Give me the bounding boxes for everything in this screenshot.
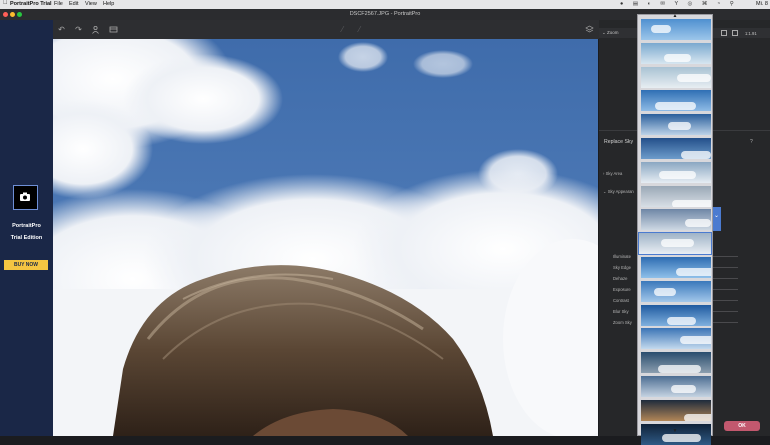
slider-label-sky-edge: Sky Edge	[613, 265, 631, 270]
slider-label-zoom-sky: Zoom Sky	[613, 320, 632, 325]
redo-icon[interactable]: ↷	[74, 25, 83, 34]
editor-toolbar: ↶ ↷ ⁄ ⁄	[53, 20, 599, 39]
zoom-value: 1:1.91	[745, 31, 757, 36]
sky-preset-list[interactable]: ▲ ▼	[637, 13, 713, 445]
thumbnail-clouds	[676, 268, 711, 276]
slider-exposure[interactable]	[712, 289, 738, 290]
slider-sky-edge[interactable]	[712, 267, 738, 268]
sky-thumbnail[interactable]	[638, 232, 712, 256]
close-window-button[interactable]	[3, 12, 8, 17]
minimize-window-button[interactable]	[10, 12, 15, 17]
sky-thumbnail[interactable]	[641, 114, 711, 136]
app-menu[interactable]: PortraitPro Trial	[10, 1, 52, 7]
menu-help[interactable]: Help	[103, 1, 114, 7]
slider-label-contrast: Contrast	[613, 298, 629, 303]
photo-preview	[53, 39, 598, 436]
slider-dehaze[interactable]	[712, 278, 738, 279]
slider-zoom-sky[interactable]	[712, 322, 738, 323]
camera-logo-icon	[13, 185, 38, 210]
menu-file[interactable]: File	[54, 1, 63, 7]
zoom-window-button[interactable]	[17, 12, 22, 17]
thumbnail-clouds	[671, 385, 696, 393]
person-icon[interactable]	[91, 25, 100, 34]
thumbnail-clouds	[659, 170, 696, 179]
sky-thumbnail[interactable]	[641, 138, 711, 159]
sky-area-label: Sky Area	[605, 171, 623, 176]
zoom-label: Zoom	[607, 30, 619, 35]
menu-bar:  PortraitPro Trial File Edit View Help …	[0, 0, 770, 9]
thumbnail-clouds	[655, 102, 696, 111]
thumbnail-clouds	[651, 25, 671, 33]
sky-appearance-toggle[interactable]: ⌄ Sky Appearan	[603, 189, 634, 194]
thumbnail-clouds	[677, 73, 711, 82]
thumbnail-clouds	[658, 365, 701, 374]
actual-size-icon[interactable]	[732, 30, 738, 36]
sky-thumbnail[interactable]	[641, 280, 711, 302]
thumbnail-clouds	[672, 199, 711, 207]
slider-illuminate[interactable]	[712, 256, 738, 257]
sky-thumbnail[interactable]	[641, 328, 711, 350]
slider-label-blur-sky: Blur Sky	[613, 309, 629, 314]
sky-dropdown-chevron[interactable]: ⌄	[712, 207, 721, 231]
layers-icon[interactable]	[585, 25, 594, 34]
sky-thumbnail[interactable]	[641, 161, 711, 183]
thumbnail-clouds	[680, 336, 711, 345]
edition-label: Trial Edition	[10, 235, 43, 241]
thumbnail-clouds	[684, 413, 711, 421]
fit-icon[interactable]	[721, 30, 727, 36]
slider-label-illuminate: Illuminate	[613, 254, 631, 259]
product-name: PortraitPro	[12, 223, 41, 229]
clock: Mi. 8	[756, 1, 768, 7]
thumbnail-clouds	[654, 287, 676, 296]
sky-thumbnail[interactable]	[641, 66, 711, 88]
help-button[interactable]: ?	[750, 139, 753, 145]
thumbnail-clouds	[667, 316, 696, 325]
sky-thumbnail[interactable]	[641, 399, 711, 421]
slider-blur-sky[interactable]	[712, 311, 738, 312]
slider-label-dehaze: Dehaze	[613, 276, 628, 281]
thumbnail-clouds	[668, 122, 691, 131]
sky-thumbnail[interactable]	[641, 42, 711, 64]
buy-now-button[interactable]: BUY NOW	[4, 260, 48, 270]
status-icons: ● ▤ ◐ ✉ Y ◎ ⌘ ◔ ⚲	[620, 1, 738, 7]
sky-thumbnail[interactable]	[641, 90, 711, 112]
promo-sidebar: PortraitPro Trial Edition BUY NOW	[0, 20, 53, 436]
sky-thumbnail[interactable]	[641, 209, 711, 231]
eraser-icon[interactable]: ⁄	[355, 25, 364, 34]
sky-thumbnail[interactable]	[641, 352, 711, 374]
sky-thumbnail[interactable]	[641, 423, 711, 445]
zoom-toggle[interactable]: ⌄ Zoom	[602, 30, 619, 36]
sky-thumbnail[interactable]	[641, 19, 711, 40]
slider-label-exposure: Exposure	[613, 287, 631, 292]
apple-icon[interactable]: 	[3, 0, 8, 6]
undo-icon[interactable]: ↶	[57, 25, 66, 34]
sky-thumbnail[interactable]	[641, 185, 711, 207]
thumbnail-clouds	[681, 151, 711, 159]
menu-edit[interactable]: Edit	[69, 1, 78, 7]
thumbnail-clouds	[662, 433, 701, 442]
photo-canvas[interactable]	[53, 39, 598, 436]
sky-thumbnail[interactable]	[641, 304, 711, 326]
sky-thumbnail[interactable]	[641, 376, 711, 397]
sky-appearance-label: Sky Appearan	[607, 189, 634, 194]
thumbnail-clouds	[661, 239, 694, 248]
sky-area-toggle[interactable]: › Sky Area	[603, 171, 622, 176]
scroll-down-arrow[interactable]: ▼	[638, 428, 712, 434]
ok-button[interactable]: OK	[724, 421, 760, 431]
slider-contrast[interactable]	[712, 300, 738, 301]
sky-thumbnail[interactable]	[641, 257, 711, 278]
menu-view[interactable]: View	[85, 1, 97, 7]
window-title: DSCF2567.JPG - PortraitPro	[349, 11, 421, 17]
compare-icon[interactable]	[109, 25, 118, 34]
section-title: Replace Sky	[604, 139, 634, 145]
thumbnail-clouds	[685, 219, 711, 228]
thumbnail-clouds	[664, 53, 691, 62]
brush-icon[interactable]: ⁄	[338, 25, 347, 34]
